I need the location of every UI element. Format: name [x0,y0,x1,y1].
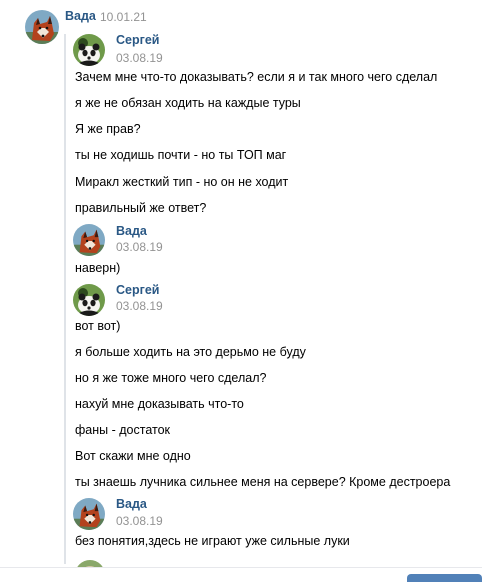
message-text: ты не ходишь почти - но ты ТОП маг [75,148,287,162]
message-text: но я же тоже много чего сделал? [75,371,267,385]
forwarded-message-date: 03.08.19 [116,240,163,254]
message-text: Миракл жесткий тип - но он не ходит [75,175,289,189]
forwarded-quote-bar [64,34,66,564]
forwarded-author-avatar[interactable] [73,284,105,316]
message-text: без понятия,здесь не играют уже сильные … [75,534,350,548]
forwarded-message-date: 03.08.19 [116,299,163,313]
composer-divider [0,567,482,568]
message-text: нахуй мне доказывать что-то [75,397,244,411]
send-button[interactable] [407,574,482,582]
message-text: наверн) [75,261,121,275]
next-avatar-partial [75,560,105,567]
forwarded-message-date: 03.08.19 [116,51,163,65]
author-name[interactable]: Вада [65,9,96,23]
message-text: я же не обязан ходить на каждые туры [75,96,301,110]
message-text: Зачем мне что-то доказывать? если я и та… [75,70,438,84]
message-text: Вот скажи мне одно [75,449,191,463]
panda-avatar-icon [73,34,105,66]
forwarded-author-name[interactable]: Сергей [116,33,159,47]
forwarded-author-avatar[interactable] [73,498,105,530]
fox-avatar-icon [73,498,105,530]
message-text: фаны - достаток [75,423,170,437]
forwarded-author-name[interactable]: Сергей [116,283,159,297]
message-date: 10.01.21 [100,10,147,24]
forwarded-author-name[interactable]: Вада [116,497,147,511]
forwarded-author-avatar[interactable] [73,34,105,66]
message-text: правильный же ответ? [75,201,207,215]
message-text: ты знаешь лучника сильнее меня на сервер… [75,475,451,489]
fox-avatar-icon [73,224,105,256]
forwarded-message-date: 03.08.19 [116,514,163,528]
panda-avatar-icon [73,284,105,316]
message-text: я больше ходить на это дерьмо не буду [75,345,306,359]
message-text: Я же прав? [75,122,141,136]
fox-avatar-icon [25,10,59,44]
forwarded-author-avatar[interactable] [73,224,105,256]
forwarded-author-name[interactable]: Вада [116,224,147,238]
message-text: вот вот) [75,319,121,333]
avatar-peek-icon [77,560,103,567]
author-avatar[interactable] [25,10,59,44]
